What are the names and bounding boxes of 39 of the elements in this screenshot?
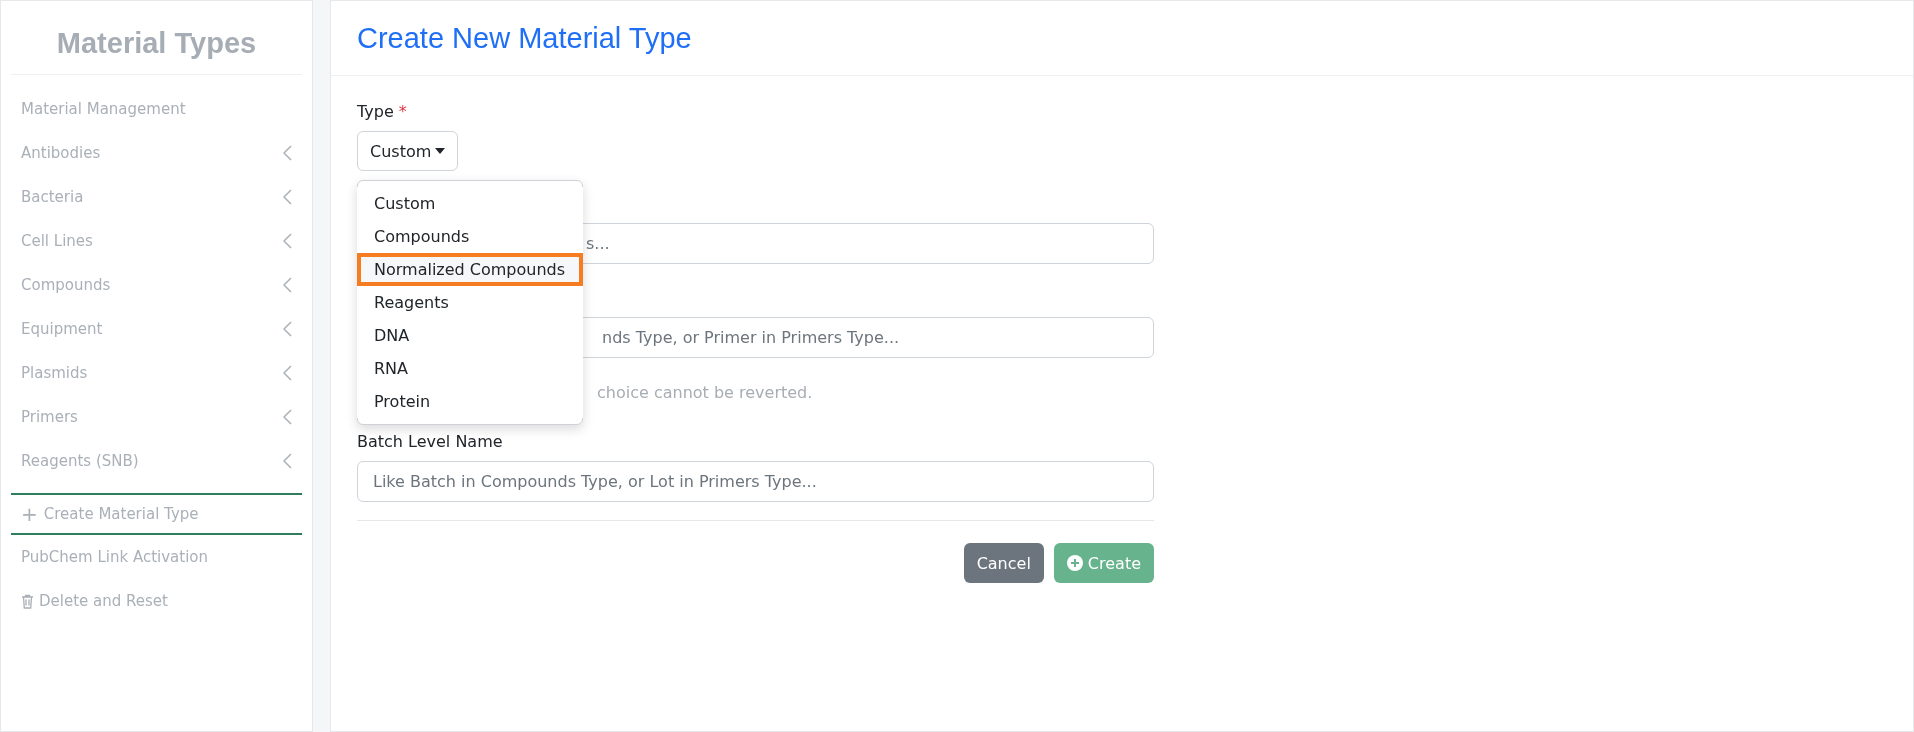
sidebar-item[interactable]: Bacteria	[11, 175, 302, 219]
create-material-type-link[interactable]: + Create Material Type	[11, 493, 302, 535]
sidebar-item[interactable]: Delete and Reset	[11, 579, 302, 623]
field-label: Batch Level Name	[357, 432, 504, 451]
chevron-left-icon	[283, 365, 292, 381]
menu-item[interactable]: DNA	[357, 319, 583, 352]
chevron-left-icon	[283, 409, 292, 425]
chevron-left-icon	[283, 453, 292, 469]
sidebar-item[interactable]: Antibodies	[11, 131, 302, 175]
field-label: Type *	[357, 102, 408, 121]
checkbox-label: choice cannot be reverted.	[597, 382, 813, 402]
sidebar-item[interactable]: PubChem Link Activation	[11, 535, 302, 579]
caret-icon	[435, 148, 446, 154]
menu-item[interactable]: Normalized Compounds	[357, 253, 583, 286]
cancel-button[interactable]: Cancel	[963, 543, 1044, 583]
chevron-left-icon	[283, 321, 292, 337]
chevron-left-icon	[283, 233, 292, 249]
page-title: Create New Material Type	[331, 1, 1913, 76]
sidebar-title: Material Types	[11, 1, 302, 75]
sidebar-item[interactable]: Plasmids	[11, 351, 302, 395]
menu-item[interactable]: RNA	[357, 352, 583, 385]
sidebar-item[interactable]: Material Management	[11, 87, 302, 131]
sidebar-item[interactable]: Equipment	[11, 307, 302, 351]
sidebar-item[interactable]: Cell Lines	[11, 219, 302, 263]
trash-icon	[21, 593, 34, 609]
menu-item[interactable]: Custom	[357, 187, 583, 220]
sidebar-item[interactable]: Compounds	[11, 263, 302, 307]
menu-item[interactable]: Compounds	[357, 220, 583, 253]
menu-item[interactable]: Protein	[357, 385, 583, 418]
plus-circle-icon	[1066, 555, 1083, 571]
menu-item[interactable]: Reagents	[357, 286, 583, 319]
sidebar-item[interactable]: Reagents (SNB)	[11, 439, 302, 483]
chevron-left-icon	[283, 189, 292, 205]
chevron-left-icon	[283, 277, 292, 293]
chevron-left-icon	[283, 145, 292, 161]
type-dropdown[interactable]: Custom	[357, 131, 459, 171]
sidebar-item[interactable]: Primers	[11, 395, 302, 439]
create-button[interactable]: Create	[1053, 543, 1154, 583]
input-field[interactable]: Like Batch in Compounds Type, or Lot in Primers Type...	[357, 461, 1154, 502]
